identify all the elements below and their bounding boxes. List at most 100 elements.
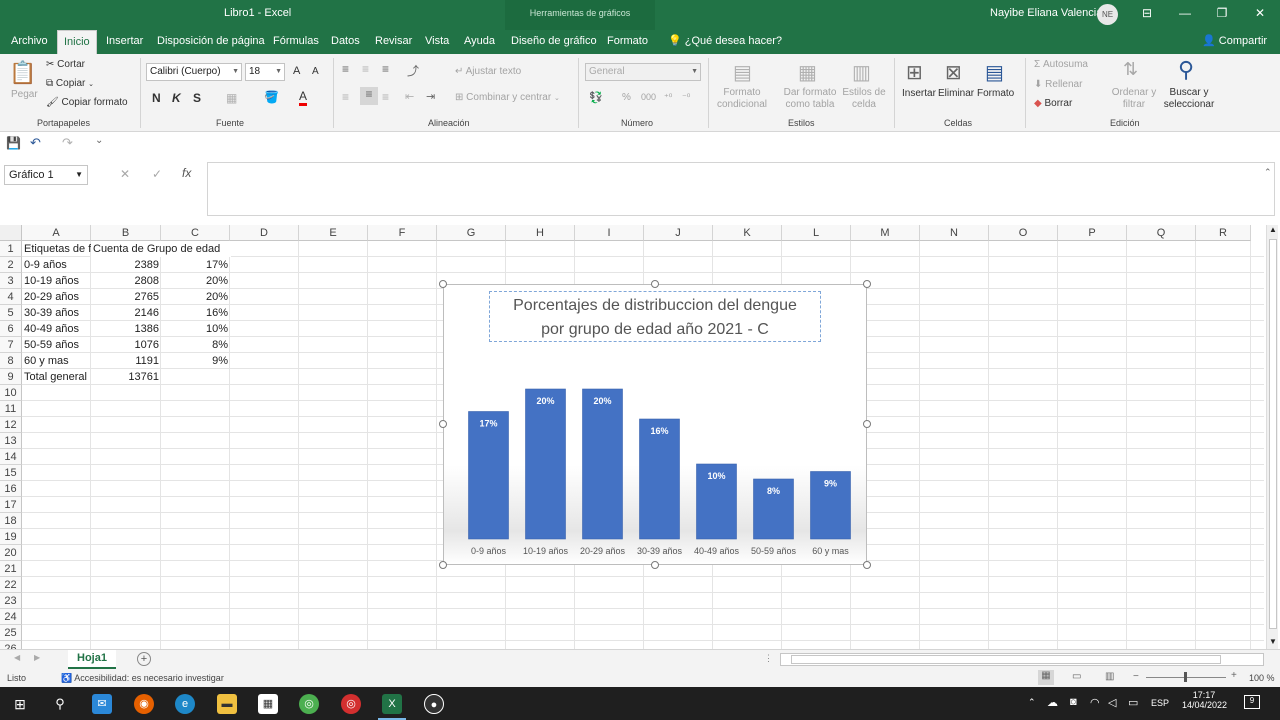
merge-center-button[interactable]: ⊞ Combinar y centrar ⌄ xyxy=(455,92,560,103)
chart-bar-3[interactable] xyxy=(639,418,680,540)
format-painter-button[interactable]: 🖌 Copiar formato xyxy=(46,97,128,108)
camera-icon[interactable]: ◙ xyxy=(1070,696,1077,708)
row-header[interactable]: 14 xyxy=(0,449,22,465)
column-header-o[interactable]: O xyxy=(989,225,1058,241)
cell[interactable]: Cuenta de Grupo de edad xyxy=(91,241,231,257)
resize-handle[interactable] xyxy=(863,280,871,288)
column-header-n[interactable]: N xyxy=(920,225,989,241)
column-header-b[interactable]: B xyxy=(91,225,161,241)
decrease-indent-icon[interactable]: ⇤ xyxy=(405,90,414,103)
cell[interactable]: 2765 xyxy=(91,289,161,305)
battery-icon[interactable]: ▭ xyxy=(1128,696,1138,709)
row-header[interactable]: 17 xyxy=(0,497,22,513)
column-header-r[interactable]: R xyxy=(1196,225,1251,241)
row-header[interactable]: 3 xyxy=(0,273,22,289)
excel-icon[interactable]: X xyxy=(382,694,402,714)
copy-button[interactable]: ⧉ Copiar ⌄ xyxy=(46,78,94,89)
scroll-thumb[interactable] xyxy=(1269,239,1277,629)
normal-view-icon[interactable]: ▦ xyxy=(1038,670,1054,685)
file-explorer-icon[interactable]: ▬ xyxy=(217,694,237,714)
add-sheet-button[interactable]: + xyxy=(137,652,151,666)
row-header[interactable]: 24 xyxy=(0,609,22,625)
font-color-icon[interactable]: A xyxy=(299,89,308,106)
font-size-select[interactable]: 18 ▼ xyxy=(245,63,285,81)
cancel-icon[interactable]: ✕ xyxy=(120,167,130,181)
increase-indent-icon[interactable]: ⇥ xyxy=(426,90,435,103)
resize-handle[interactable] xyxy=(439,561,447,569)
italic-button[interactable]: K xyxy=(172,91,181,105)
row-header[interactable]: 9 xyxy=(0,369,22,385)
select-all-corner[interactable] xyxy=(0,225,22,241)
paste-button[interactable]: Pegar xyxy=(11,89,38,100)
font-family-select[interactable]: Calibri (Cuerpo) ▼ xyxy=(146,63,242,81)
row-header[interactable]: 11 xyxy=(0,401,22,417)
cell[interactable]: 1076 xyxy=(91,337,161,353)
row-header[interactable]: 10 xyxy=(0,385,22,401)
tab-ayuda[interactable]: Ayuda xyxy=(458,30,501,54)
edge-icon[interactable]: e xyxy=(175,694,195,714)
resize-handle[interactable] xyxy=(439,420,447,428)
column-header-p[interactable]: P xyxy=(1058,225,1127,241)
column-header-h[interactable]: H xyxy=(506,225,575,241)
accessibility-status[interactable]: ♿ Accesibilidad: es necesario investigar xyxy=(61,673,224,684)
cell[interactable]: 50-59 años xyxy=(22,337,91,353)
expand-formula-icon[interactable]: ⌃ xyxy=(1264,167,1272,178)
number-format-select[interactable]: General ▼ xyxy=(585,63,701,81)
thousands-button[interactable]: 000 xyxy=(641,92,656,102)
scroll-thumb[interactable] xyxy=(791,655,1221,664)
tab-disposicion[interactable]: Disposición de página xyxy=(151,30,271,54)
page-layout-view-icon[interactable]: ▭ xyxy=(1072,671,1081,682)
resize-handle[interactable] xyxy=(651,561,659,569)
fill-color-icon[interactable]: 🪣 xyxy=(264,90,279,104)
decrease-font-icon[interactable]: A xyxy=(312,66,319,77)
scroll-up-icon[interactable]: ▲ xyxy=(1267,225,1279,237)
row-header[interactable]: 13 xyxy=(0,433,22,449)
scroll-down-icon[interactable]: ▼ xyxy=(1267,637,1279,649)
cell[interactable]: 13761 xyxy=(91,369,161,385)
row-header[interactable]: 18 xyxy=(0,513,22,529)
cell[interactable]: 9% xyxy=(161,353,230,369)
row-header[interactable]: 7 xyxy=(0,337,22,353)
row-header[interactable]: 25 xyxy=(0,625,22,641)
decimal-decrease-icon[interactable]: ⁻⁰ xyxy=(682,92,690,103)
align-middle-icon[interactable]: ≡ xyxy=(362,62,369,76)
language-indicator[interactable]: ESP xyxy=(1151,698,1169,708)
align-left-icon[interactable]: ≡ xyxy=(342,90,349,104)
underline-button[interactable]: S xyxy=(193,91,201,105)
column-header-m[interactable]: M xyxy=(851,225,920,241)
chart-bar-2[interactable] xyxy=(582,388,623,540)
horizontal-scrollbar[interactable] xyxy=(780,653,1264,666)
clear-button[interactable]: ◆ Borrar xyxy=(1034,98,1072,109)
column-header-i[interactable]: I xyxy=(575,225,644,241)
tab-formato[interactable]: Formato xyxy=(601,30,654,54)
column-header-g[interactable]: G xyxy=(437,225,506,241)
row-header[interactable]: 8 xyxy=(0,353,22,369)
zoom-in-icon[interactable]: + xyxy=(1231,670,1237,681)
tab-diseno-grafico[interactable]: Diseño de gráfico xyxy=(505,30,603,54)
cell[interactable]: 2146 xyxy=(91,305,161,321)
cell[interactable]: 8% xyxy=(161,337,230,353)
borders-icon[interactable]: ▦ xyxy=(226,91,237,105)
cell[interactable]: 60 y mas xyxy=(22,353,91,369)
cell[interactable]: 16% xyxy=(161,305,230,321)
customize-qat-icon[interactable]: ⌄ xyxy=(95,135,103,146)
cell[interactable]: 30-39 años xyxy=(22,305,91,321)
tab-vista[interactable]: Vista xyxy=(419,30,455,54)
tab-revisar[interactable]: Revisar xyxy=(369,30,418,54)
cell[interactable]: 20% xyxy=(161,289,230,305)
insert-cells-button[interactable]: Insertar xyxy=(902,88,936,99)
row-header[interactable]: 2 xyxy=(0,257,22,273)
cell[interactable]: 10-19 años xyxy=(22,273,91,289)
column-header-d[interactable]: D xyxy=(230,225,299,241)
column-header-j[interactable]: J xyxy=(644,225,713,241)
tab-inicio[interactable]: Inicio xyxy=(57,30,97,55)
wrap-text-button[interactable]: ↵ Ajustar texto xyxy=(455,66,521,77)
store-icon[interactable]: ▦ xyxy=(258,694,278,714)
chart[interactable]: Porcentajes de distribuccion del dengue … xyxy=(443,284,867,565)
row-header[interactable]: 12 xyxy=(0,417,22,433)
tab-datos[interactable]: Datos xyxy=(325,30,366,54)
row-header[interactable]: 20 xyxy=(0,545,22,561)
recorder-icon[interactable]: ● xyxy=(424,694,444,714)
cell[interactable]: 2808 xyxy=(91,273,161,289)
row-header[interactable]: 22 xyxy=(0,577,22,593)
